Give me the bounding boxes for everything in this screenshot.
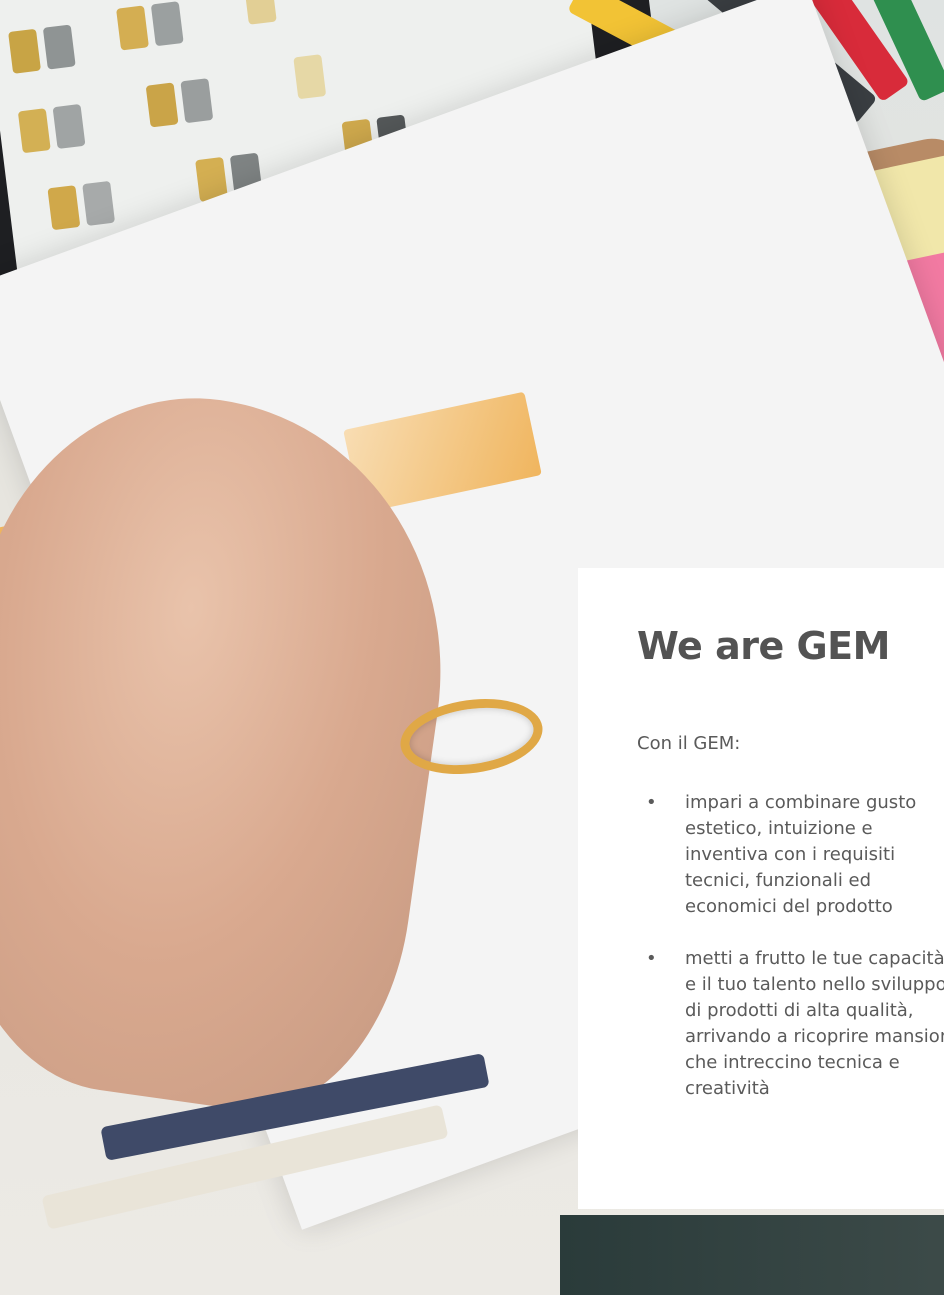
ring-swatch — [42, 24, 76, 70]
ring-swatch — [145, 82, 179, 128]
card-title: We are GEM — [637, 624, 890, 668]
ring-swatch — [180, 78, 214, 124]
ring-swatch — [150, 1, 184, 47]
ring-swatch — [243, 0, 277, 25]
ring-swatch — [52, 103, 86, 149]
ring-swatch — [82, 180, 116, 226]
ring-swatch — [17, 108, 51, 154]
info-card: We are GEM Con il GEM: • impari a combin… — [578, 568, 944, 1209]
list-item-text: metti a frutto le tue capacità e il tuo … — [685, 948, 944, 1099]
card-intro: Con il GEM: — [637, 733, 741, 754]
bullet-icon: • — [646, 792, 657, 813]
bottom-object — [560, 1215, 944, 1295]
ring-swatch — [293, 54, 327, 100]
ring-swatch — [8, 28, 41, 74]
ring-swatch — [47, 185, 81, 231]
bullet-icon: • — [646, 948, 657, 969]
ring-swatch — [116, 5, 149, 51]
list-item-text: impari a combinare gusto estetico, intui… — [685, 792, 917, 917]
benefit-list: • impari a combinare gusto estetico, int… — [637, 790, 944, 1128]
list-item: • impari a combinare gusto estetico, int… — [637, 790, 944, 920]
list-item: • metti a frutto le tue capacità e il tu… — [637, 946, 944, 1102]
